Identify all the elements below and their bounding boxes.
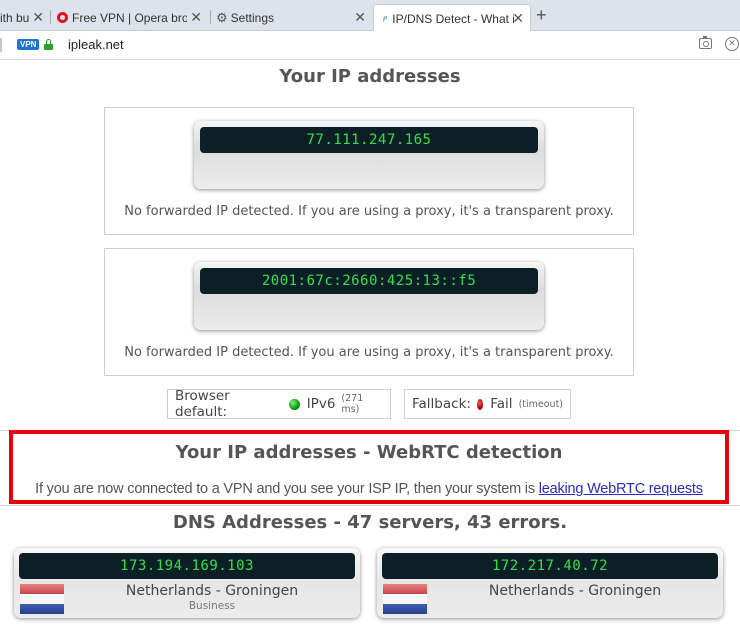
browser-default-label: Browser default: [175, 388, 230, 420]
tab-label: Free VPN | Opera browser [72, 10, 187, 25]
status-ok-icon [289, 398, 300, 410]
netherlands-flag-icon [20, 584, 64, 614]
close-icon[interactable]: ✕ [190, 9, 202, 26]
tab-partial[interactable]: ith bu ✕ [0, 4, 48, 31]
fallback-label: Fallback: [412, 396, 471, 412]
dns-isp-type: Business [188, 600, 236, 612]
fallback-detail: (timeout) [518, 398, 563, 410]
dns-section-title: DNS Addresses - 47 servers, 43 errors. [172, 512, 568, 533]
webrtc-title: Your IP addresses - WebRTC detection [175, 442, 563, 463]
tab-label: Settings [230, 10, 275, 25]
ip-panel: 77.111.247.165 [194, 121, 544, 189]
vpn-badge[interactable]: VPN [17, 39, 40, 50]
browser-default-detail: (271 ms) [341, 393, 364, 415]
ip-section-title: Your IP addresses [279, 66, 461, 87]
divider [0, 505, 740, 506]
gear-icon: ⚙ [216, 9, 228, 25]
tab-bar: ith bu ✕ Free VPN | Opera browser ✕ ⚙ Se… [0, 0, 740, 32]
url-field[interactable]: ipleak.net [68, 37, 124, 52]
netherlands-flag-icon [383, 584, 427, 614]
tab-label: ith bu [0, 10, 30, 25]
new-tab-button[interactable]: + [536, 5, 547, 26]
ip-panel: 2001:67c:2660:425:13::f5 [194, 262, 544, 330]
browser-default-value: IPv6 [306, 396, 336, 412]
webrtc-leak-link[interactable]: leaking WebRTC requests [539, 481, 703, 497]
fallback-value: Fail [490, 396, 513, 412]
forwarded-ip-note: No forwarded IP detected. If you are usi… [124, 345, 614, 360]
ip-display: 77.111.247.165 [200, 127, 538, 153]
tab-ipleak[interactable]: ᵢᵖ IP/DNS Detect - What is yo ✕ [373, 4, 531, 32]
status-fail-icon [476, 398, 484, 410]
dns-location: Netherlands - Groningen [125, 583, 299, 599]
dns-location: Netherlands - Groningen [488, 583, 662, 599]
browser-default-status: Browser default: IPv6 (271 ms) [167, 388, 391, 420]
ip-box-ipv6: 2001:67c:2660:425:13::f5 No forwarded IP… [104, 248, 634, 376]
toolbar-edge [0, 38, 2, 52]
tab-label: IP/DNS Detect - What is yo [392, 11, 514, 26]
close-icon[interactable]: ✕ [512, 10, 524, 27]
fallback-status: Fallback: Fail (timeout) [404, 389, 571, 419]
close-circle-icon[interactable]: ✕ [725, 37, 739, 51]
dns-server-card: 173.194.169.103 Netherlands - Groningen … [14, 548, 360, 618]
close-icon[interactable]: ✕ [354, 9, 366, 26]
ip-display: 2001:67c:2660:425:13::f5 [200, 268, 538, 294]
webrtc-text: If you are now connected to a VPN and yo… [13, 481, 725, 497]
ipleak-favicon-icon: ᵢᵖ [383, 14, 388, 23]
dns-ip-display: 173.194.169.103 [19, 553, 355, 579]
forwarded-ip-note: No forwarded IP detected. If you are usi… [124, 204, 614, 219]
webrtc-description: If you are now connected to a VPN and yo… [35, 481, 539, 497]
webrtc-section: Your IP addresses - WebRTC detection If … [9, 430, 729, 504]
dns-server-card: 172.217.40.72 Netherlands - Groningen [377, 548, 723, 618]
opera-logo-icon [57, 12, 68, 23]
dns-ip-display: 172.217.40.72 [382, 553, 718, 579]
camera-snapshot-icon[interactable] [699, 36, 712, 49]
address-bar: VPN ipleak.net ✕ [0, 31, 740, 60]
ip-box-ipv4: 77.111.247.165 No forwarded IP detected.… [104, 107, 634, 235]
tab-settings[interactable]: ⚙ Settings ✕ [210, 4, 372, 31]
close-icon[interactable]: ✕ [32, 9, 44, 26]
lock-icon[interactable] [44, 39, 53, 50]
tab-free-vpn[interactable]: Free VPN | Opera browser ✕ [50, 4, 208, 31]
